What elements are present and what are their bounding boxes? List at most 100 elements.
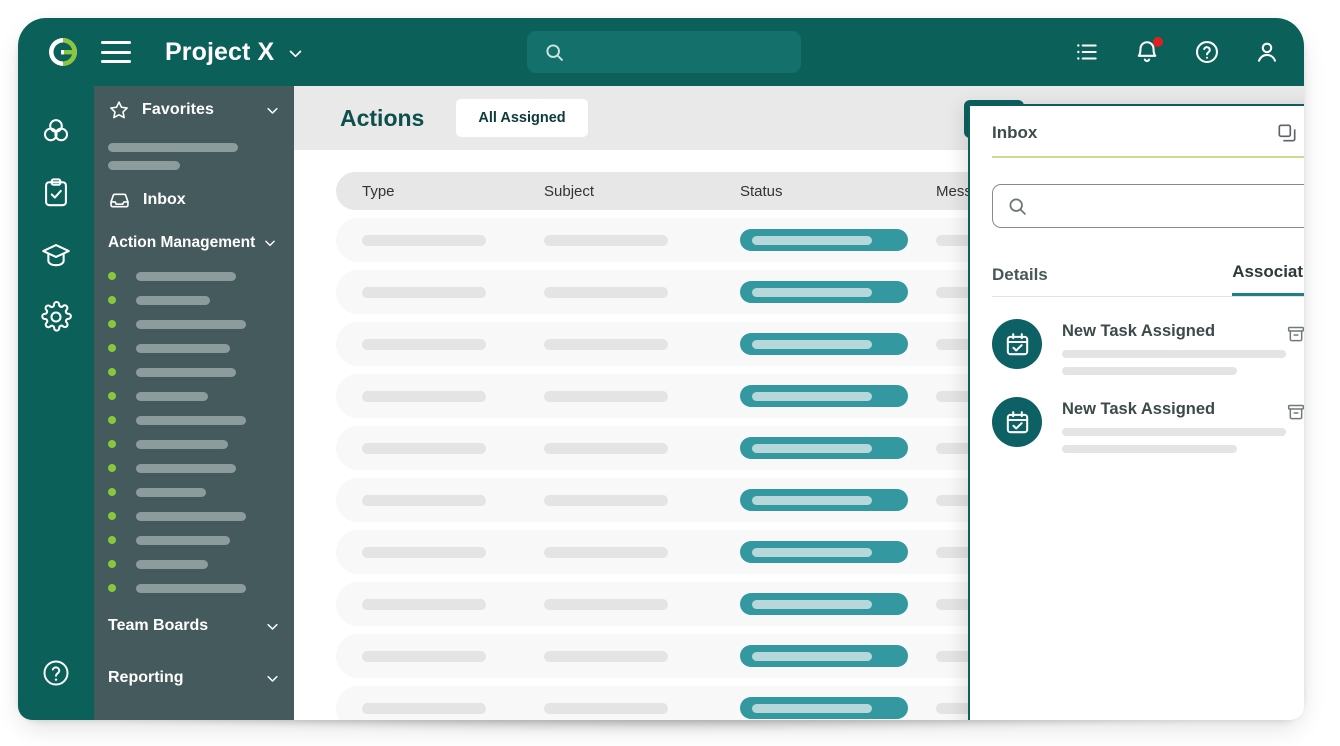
clipboard-check-icon[interactable] [39, 176, 73, 210]
sidebar-action-item[interactable] [94, 528, 294, 552]
skeleton-bar [1062, 367, 1237, 375]
calendar-check-icon [1004, 409, 1031, 436]
help-circle-icon[interactable] [1194, 39, 1220, 65]
skeleton-bar [136, 416, 246, 425]
status-dot-icon [108, 320, 116, 328]
sidebar-item-favorites[interactable]: Favorites [94, 86, 294, 134]
top-bar: Project X [18, 18, 1304, 86]
menu-icon[interactable] [101, 41, 131, 63]
archive-icon[interactable] [1286, 402, 1304, 424]
search-input[interactable] [575, 43, 779, 62]
cell-subject [544, 443, 740, 454]
cell-subject [544, 391, 740, 402]
notification-title: New Task Assigned [1062, 400, 1286, 419]
inbox-tabs: Details Associations [992, 262, 1304, 297]
sidebar-section-action-management[interactable]: Action Management [94, 222, 294, 264]
status-dot-icon [108, 368, 116, 376]
skeleton-bar [136, 368, 236, 377]
archive-icon[interactable] [1286, 324, 1304, 346]
sidebar-action-item[interactable] [94, 504, 294, 528]
gear-icon[interactable] [39, 300, 73, 334]
status-badge [740, 489, 908, 511]
skeleton-bar [136, 536, 230, 545]
top-bar-icons [1074, 18, 1280, 86]
notification-actions [1286, 397, 1304, 424]
skeleton-bar [136, 464, 236, 473]
favorite-skeleton-list [94, 143, 294, 152]
chevron-down-icon [287, 45, 302, 60]
sidebar-label-favorites: Favorites [142, 101, 214, 119]
sidebar-action-item[interactable] [94, 552, 294, 576]
cell-subject [544, 495, 740, 506]
status-dot-icon [108, 392, 116, 400]
skeleton-bar [136, 584, 246, 593]
tab-details[interactable]: Details [992, 265, 1048, 296]
cell-type [336, 339, 544, 350]
people-icon[interactable] [39, 114, 73, 148]
cell-type [336, 599, 544, 610]
sidebar-label-reporting: Reporting [108, 669, 184, 687]
notification-actions [1286, 319, 1304, 346]
sidebar-action-item[interactable] [94, 408, 294, 432]
sidebar-section-team-boards[interactable]: Team Boards [94, 600, 294, 652]
sidebar-action-item-list [94, 264, 294, 600]
inbox-search-input[interactable] [1038, 197, 1304, 216]
notification-badge [1153, 37, 1163, 47]
sidebar-action-item[interactable] [94, 456, 294, 480]
app-screen: Project X [18, 18, 1304, 720]
status-dot-icon [108, 488, 116, 496]
cell-type [336, 703, 544, 714]
inbox-search[interactable] [992, 184, 1304, 228]
sidebar-action-item[interactable] [94, 264, 294, 288]
cell-type [336, 495, 544, 506]
skeleton-bar [136, 488, 206, 497]
sidebar-section-reporting[interactable]: Reporting [94, 652, 294, 704]
sidebar-action-item[interactable] [94, 576, 294, 600]
cell-status [740, 593, 936, 615]
column-header-type: Type [336, 183, 544, 200]
cell-type [336, 391, 544, 402]
status-dot-icon [108, 512, 116, 520]
skeleton-bar [136, 272, 236, 281]
sidebar-action-item[interactable] [94, 288, 294, 312]
status-badge [740, 437, 908, 459]
skeleton-bar [136, 440, 228, 449]
calendar-check-icon [1004, 331, 1031, 358]
copy-duplicate-icon[interactable] [1276, 122, 1298, 144]
graduation-cap-icon[interactable] [39, 238, 73, 272]
sidebar-label-inbox: Inbox [143, 191, 186, 209]
screenshot-stage: Project X [0, 0, 1340, 746]
sidebar-item-inbox[interactable]: Inbox [94, 178, 294, 222]
status-dot-icon [108, 416, 116, 424]
notifications-bell-icon[interactable] [1134, 39, 1160, 65]
global-search[interactable] [527, 31, 801, 73]
sidebar-action-item[interactable] [94, 336, 294, 360]
rail-help-circle-icon[interactable] [41, 658, 71, 688]
user-account-icon[interactable] [1254, 39, 1280, 65]
list-view-icon[interactable] [1074, 39, 1100, 65]
status-badge [740, 333, 908, 355]
sidebar-nav: Favorites Inbox [94, 86, 294, 720]
notification-item[interactable]: New Task Assigned [992, 319, 1304, 375]
notification-item[interactable]: New Task Assigned [992, 397, 1304, 453]
cell-status [740, 541, 936, 563]
sidebar-action-item[interactable] [94, 432, 294, 456]
skeleton-bar [136, 392, 208, 401]
tab-associations[interactable]: Associations [1232, 262, 1304, 296]
sidebar-section-engineering[interactable]: Engineering [94, 704, 294, 720]
brand-logo[interactable] [47, 36, 79, 68]
project-title[interactable]: Project X [165, 38, 302, 67]
status-badge [740, 645, 908, 667]
sidebar-action-item[interactable] [94, 360, 294, 384]
status-dot-icon [108, 584, 116, 592]
chevron-down-icon [263, 236, 277, 250]
search-icon [544, 42, 565, 63]
tab-all-assigned[interactable]: All Assigned [456, 99, 587, 137]
skeleton-bar [136, 344, 230, 353]
sidebar-label-team-boards: Team Boards [108, 617, 208, 635]
sidebar-action-item[interactable] [94, 312, 294, 336]
sidebar-action-item[interactable] [94, 384, 294, 408]
inbox-tray-icon [108, 189, 131, 212]
sidebar-action-item[interactable] [94, 480, 294, 504]
cell-subject [544, 651, 740, 662]
